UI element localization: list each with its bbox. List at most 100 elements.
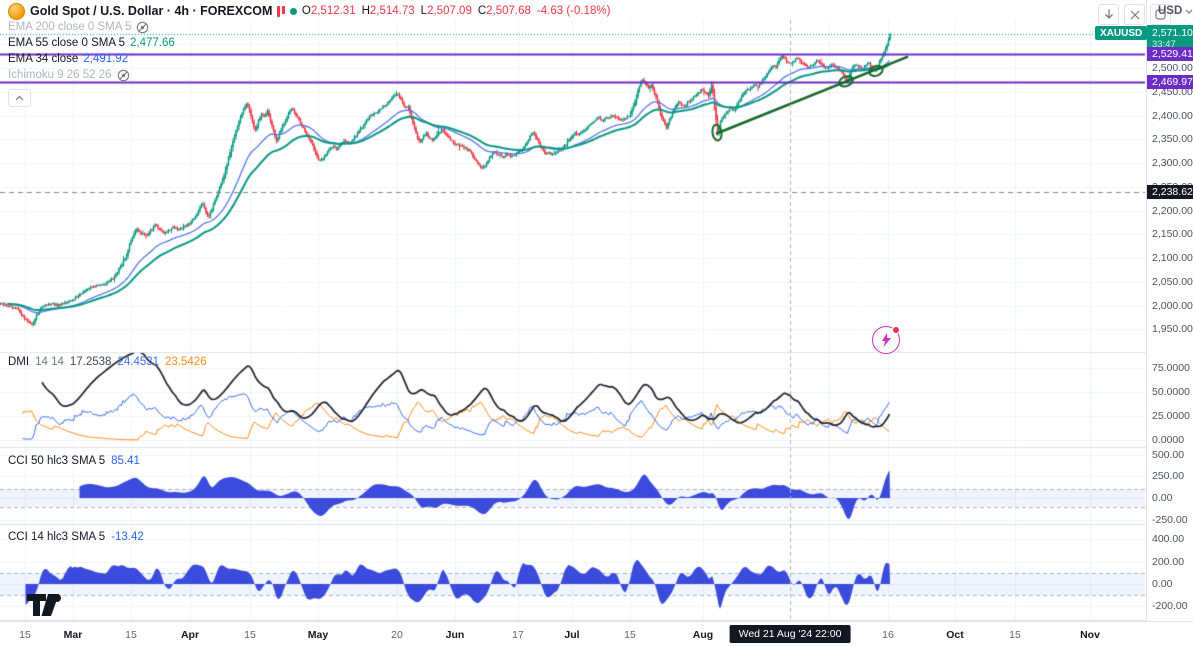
ohlc-key: H bbox=[361, 5, 370, 17]
ohlc-item: C2,507.68 bbox=[478, 5, 531, 17]
cci50-tick: -250.00 bbox=[1152, 513, 1188, 526]
notification-dot bbox=[892, 326, 900, 334]
time-tick: Jun bbox=[445, 629, 465, 641]
cci14-tick: 400.00 bbox=[1152, 533, 1185, 546]
ohlc-item: H2,514.73 bbox=[362, 5, 415, 17]
crosshair-time-label: Wed 21 Aug '24 22:00 bbox=[729, 625, 851, 643]
price-axis[interactable]: 2,500.00 2,450.00 2,400.00 2,350.00 2,300.00… bbox=[1146, 0, 1193, 621]
dmi-minusdi-value: 23.5426 bbox=[165, 356, 207, 368]
time-tick: 20 bbox=[391, 629, 403, 641]
indicator-legend-rows: EMA 200 close 0 SMA 5 EMA 55 close 0 SMA … bbox=[8, 19, 610, 83]
cci50-legend[interactable]: CCI 50 hlc3 SMA 5 85.41 bbox=[8, 455, 140, 467]
indicator-legend-row[interactable]: EMA 200 close 0 SMA 5 bbox=[8, 19, 610, 35]
symbol-title[interactable]: Gold Spot / U.S. Dollar · 4h · FOREXCOM bbox=[30, 4, 272, 18]
dmi-tick: 0.0000 bbox=[1152, 434, 1185, 446]
indicator-value: 2,491.92 bbox=[83, 53, 129, 65]
price-tick: 2,500.00 bbox=[1152, 62, 1193, 74]
dmi-tick: 25.0000 bbox=[1152, 410, 1190, 422]
time-tick: 15 bbox=[19, 629, 31, 641]
ohlc-key: C bbox=[477, 5, 487, 17]
ohlc-value: 2,507.68 bbox=[486, 5, 531, 17]
time-tick: 15 bbox=[624, 629, 636, 641]
tradingview-logo[interactable] bbox=[27, 594, 73, 621]
chevron-down-icon bbox=[1185, 9, 1193, 14]
indicator-legend-row[interactable]: EMA 34 close 2,491.92 bbox=[8, 51, 610, 67]
ohlc-item: L2,507.09 bbox=[421, 5, 472, 17]
cci50-value: 85.41 bbox=[111, 455, 140, 467]
chart-canvas[interactable] bbox=[0, 0, 1193, 647]
price-tick: 1,950.00 bbox=[1152, 323, 1193, 336]
ohlc-value: 2,507.09 bbox=[427, 5, 472, 17]
gold-coin-icon bbox=[8, 2, 25, 20]
magic-wand-button[interactable] bbox=[872, 326, 900, 354]
visibility-off-icon[interactable] bbox=[136, 21, 149, 34]
cci50-tick: 250.00 bbox=[1152, 470, 1185, 483]
indicator-label[interactable]: EMA 55 close 0 SMA 5 bbox=[8, 37, 125, 49]
last-price-value: 2,571.10 bbox=[1152, 27, 1193, 40]
tradingview-chart-window: { "colors":{ "up":"#089981","down":"#f23… bbox=[0, 0, 1193, 647]
cci14-value: -13.42 bbox=[111, 531, 144, 543]
price-tick: 2,200.00 bbox=[1152, 204, 1193, 217]
legend-collapse-button[interactable] bbox=[8, 89, 31, 107]
price-tick: 2,400.00 bbox=[1152, 109, 1193, 122]
dmi-legend[interactable]: DMI 14 14 17.2538 24.4531 23.5426 bbox=[8, 356, 207, 368]
time-tick: Aug bbox=[692, 629, 714, 641]
cci14-tick: 200.00 bbox=[1152, 555, 1185, 568]
chart-legend: Gold Spot / U.S. Dollar · 4h · FOREXCOM … bbox=[8, 2, 611, 83]
cci14-tick: -200.00 bbox=[1152, 600, 1188, 613]
dmi-tick: 50.0000 bbox=[1152, 386, 1190, 398]
cci50-tick: 500.00 bbox=[1152, 448, 1185, 461]
indicator-legend-row[interactable]: Ichimoku 9 26 52 26 bbox=[8, 67, 610, 83]
change-value: -4.63 (-0.18%) bbox=[536, 5, 611, 17]
time-tick: 15 bbox=[244, 629, 256, 641]
cci50-tick: 0.00 bbox=[1152, 492, 1173, 504]
tradingview-logo-icon bbox=[27, 594, 61, 616]
price-tick: 2,350.00 bbox=[1152, 133, 1193, 146]
currency-selector[interactable]: USD bbox=[1158, 5, 1193, 17]
time-tick: Apr bbox=[180, 629, 200, 641]
red-bars-icon bbox=[277, 5, 285, 17]
indicator-value: 2,477.66 bbox=[129, 37, 175, 49]
collapse-icon bbox=[1130, 10, 1139, 19]
dmi-params: 14 14 bbox=[35, 356, 64, 368]
time-tick: 16 bbox=[882, 629, 894, 641]
price-tick: 2,300.00 bbox=[1152, 157, 1193, 169]
time-axis[interactable]: Wed 21 Aug '24 22:00 ⚙ 15Mar15Apr15May20… bbox=[0, 621, 1193, 647]
collapse-pane-button[interactable] bbox=[1124, 4, 1145, 25]
cci50-title[interactable]: CCI 50 hlc3 SMA 5 bbox=[8, 455, 105, 467]
indicator-legend-row[interactable]: EMA 55 close 0 SMA 5 2,477.66 bbox=[8, 35, 610, 51]
time-tick: 15 bbox=[125, 629, 137, 641]
symbol-row[interactable]: Gold Spot / U.S. Dollar · 4h · FOREXCOM … bbox=[8, 2, 611, 20]
indicator-label[interactable]: Ichimoku 9 26 52 26 bbox=[8, 69, 112, 81]
cci14-legend[interactable]: CCI 14 hlc3 SMA 5 -13.42 bbox=[8, 531, 144, 543]
ohlc-value: 2,512.31 bbox=[310, 5, 356, 17]
purple-lower-price-label: 2,469.97 bbox=[1147, 75, 1193, 90]
scroll-down-button[interactable] bbox=[1098, 4, 1119, 25]
visibility-off-icon[interactable] bbox=[117, 69, 130, 82]
price-tick: 2,100.00 bbox=[1152, 252, 1193, 264]
cci14-title[interactable]: CCI 14 hlc3 SMA 5 bbox=[8, 531, 105, 543]
connection-status-dot bbox=[289, 7, 297, 15]
indicator-label[interactable]: EMA 200 close 0 SMA 5 bbox=[8, 21, 131, 33]
ohlc-key: O bbox=[301, 5, 311, 17]
ohlc-value: 2,514.73 bbox=[369, 5, 415, 17]
dmi-title[interactable]: DMI bbox=[8, 356, 29, 368]
time-tick: May bbox=[307, 629, 329, 641]
price-tick: 2,050.00 bbox=[1152, 275, 1193, 288]
purple-upper-price-label: 2,529.41 bbox=[1147, 47, 1193, 62]
price-tick: 2,150.00 bbox=[1152, 228, 1193, 241]
chevron-up-icon bbox=[15, 95, 24, 101]
time-tick: Nov bbox=[1080, 629, 1100, 641]
time-tick: Mar bbox=[63, 629, 83, 641]
dmi-adx-value: 17.2538 bbox=[69, 356, 112, 368]
currency-label: USD bbox=[1158, 5, 1183, 17]
lightning-bolt-icon bbox=[882, 333, 891, 347]
ohlc-item: O2,512.31 bbox=[302, 5, 356, 17]
ohlc-values: O2,512.31 H2,514.73 L2,507.09 C2,507.68 -4.6… bbox=[302, 5, 611, 17]
arrow-down-icon bbox=[1104, 9, 1113, 19]
time-tick: Jul bbox=[564, 629, 580, 641]
time-tick: 17 bbox=[512, 629, 524, 641]
symbol-tag-label: XAUUSD bbox=[1095, 26, 1148, 41]
indicator-label[interactable]: EMA 34 close bbox=[8, 53, 78, 65]
cci14-tick: 0.00 bbox=[1152, 578, 1173, 590]
